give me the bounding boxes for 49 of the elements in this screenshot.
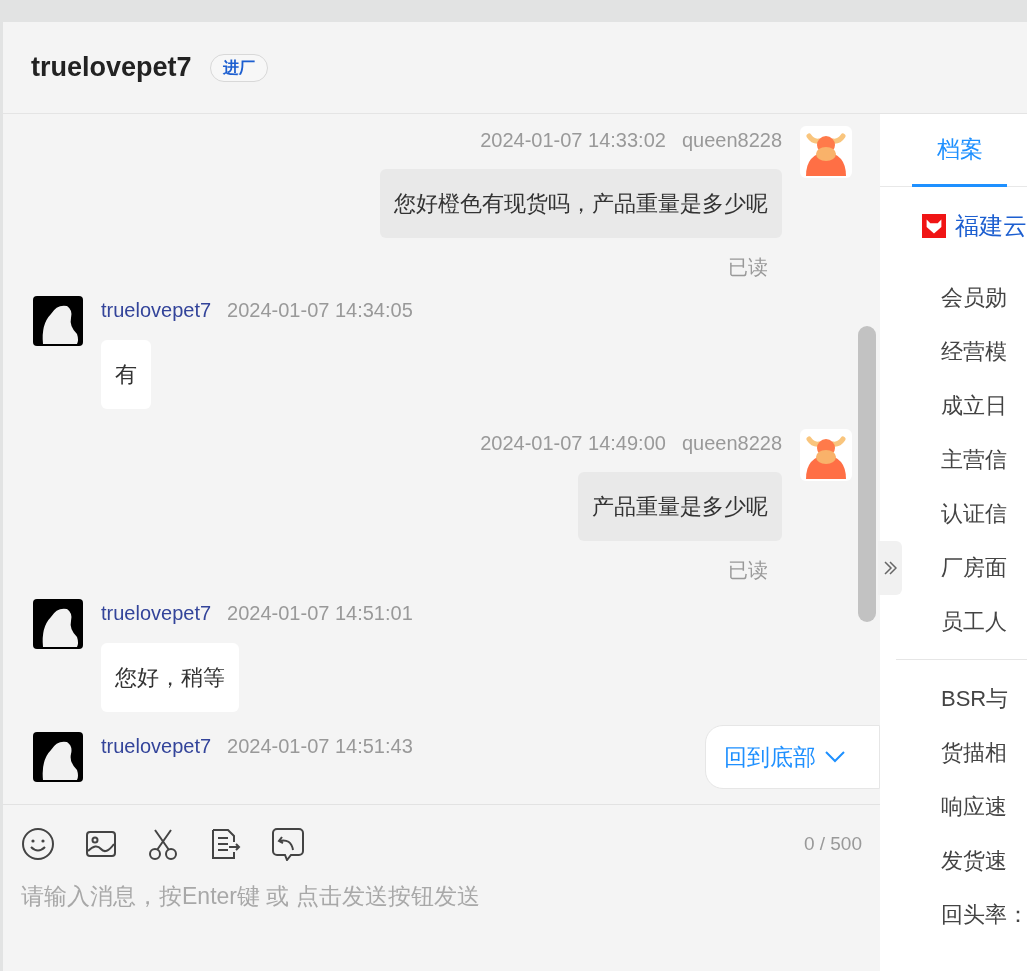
panel-tab[interactable]: 档案 <box>912 114 1007 187</box>
profile-field-label: 厂房面 <box>941 554 1008 582</box>
profile-field-label: 认证信 <box>941 500 1008 528</box>
profile-field-label: 发货速 <box>941 847 1008 875</box>
message-time: 2024-01-07 14:51:01 <box>227 601 413 626</box>
company-name[interactable]: 福建云 <box>955 208 1027 244</box>
double-chevron-icon <box>883 560 897 576</box>
message-bubble: 产品重量是多少呢 <box>578 472 782 541</box>
reply-icon[interactable] <box>271 827 305 861</box>
back-to-bottom-button[interactable]: 回到底部 <box>705 725 880 789</box>
cow-avatar-icon <box>800 126 852 178</box>
scrollbar[interactable] <box>858 326 876 622</box>
sender-name: queen8228 <box>681 431 782 456</box>
emoji-icon[interactable] <box>21 827 55 861</box>
sender-name: truelovepet7 <box>101 734 212 759</box>
scissors-icon[interactable] <box>147 828 179 860</box>
read-receipt: 已读 <box>728 558 768 583</box>
message-bubble: 您好，稍等 <box>101 643 239 712</box>
profile-field-label: 货描相 <box>941 739 1008 767</box>
profile-field-label: 响应速 <box>941 793 1008 821</box>
profile-field-label: 成立日 <box>941 392 1008 420</box>
profile-field-label: 经营模 <box>941 338 1008 366</box>
avatar-icon <box>33 296 83 346</box>
avatar-icon <box>33 599 83 649</box>
chat-title: truelovepet7 <box>31 51 192 85</box>
sender-name: queen8228 <box>681 128 782 153</box>
profile-field-label: 会员勋 <box>941 284 1008 312</box>
avatar-icon <box>33 732 83 782</box>
message-time: 2024-01-07 14:34:05 <box>227 298 413 323</box>
message-bubble: 您好橙色有现货吗，产品重量是多少呢 <box>380 169 782 238</box>
image-icon[interactable] <box>85 829 117 859</box>
message-time: 2024-01-07 14:51:43 <box>227 734 413 759</box>
profile-field-label: 主营信 <box>941 446 1008 474</box>
profile-field-label: 回头率： <box>941 901 1027 929</box>
profile-field-label: 员工人 <box>941 608 1008 636</box>
sender-name: truelovepet7 <box>101 298 212 323</box>
profile-field-label: BSR与 <box>941 685 1010 713</box>
document-icon[interactable] <box>209 828 241 860</box>
message-input-field[interactable]: 请输入消息，按Enter键 或 点击发送按钮发送 <box>21 879 862 914</box>
cow-avatar-icon <box>800 429 852 481</box>
message-bubble: 有 <box>101 340 151 409</box>
read-receipt: 已读 <box>728 255 768 280</box>
tag-badge: 进厂 <box>209 53 268 82</box>
message-time: 2024-01-07 14:49:00 <box>480 431 666 456</box>
character-counter: 0 / 500 <box>803 831 862 856</box>
chevron-down-icon <box>824 750 846 764</box>
shop-logo-icon <box>922 213 946 239</box>
sender-name: truelovepet7 <box>101 601 212 626</box>
message-time: 2024-01-07 14:33:02 <box>480 128 666 153</box>
